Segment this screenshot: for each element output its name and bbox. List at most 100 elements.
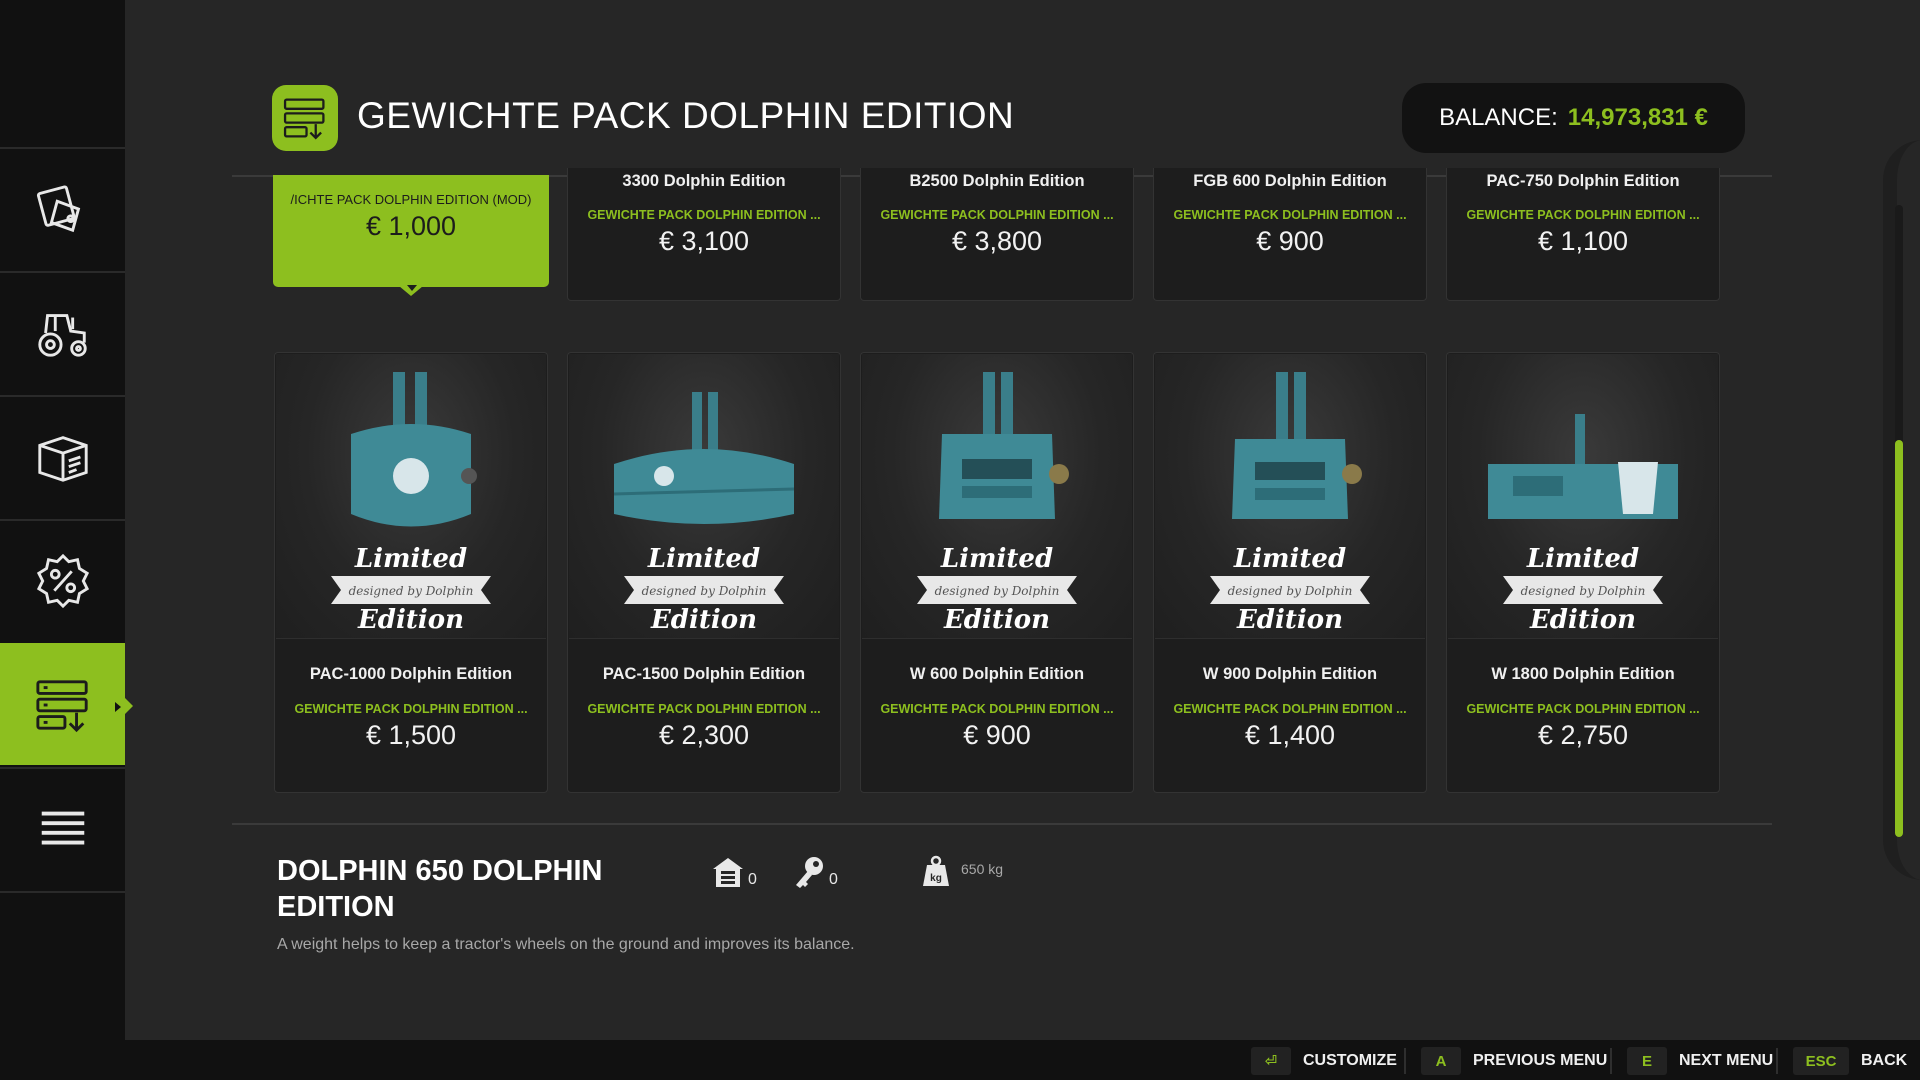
balance-value: 14,973,831 € bbox=[1567, 104, 1708, 131]
item-name: W 600 Dolphin Edition bbox=[909, 665, 1085, 683]
item-name: PAC-1000 Dolphin Edition bbox=[309, 665, 513, 683]
back-button[interactable]: ESC BACK bbox=[1793, 1047, 1907, 1075]
sidebar-item-overview[interactable] bbox=[0, 767, 125, 889]
item-price: € 1,400 bbox=[1244, 720, 1336, 750]
badge-limited: Limited bbox=[647, 544, 760, 574]
item-price: € 1,500 bbox=[365, 720, 457, 750]
weight-image: Limited designed by Dolphin Edition bbox=[917, 372, 1077, 634]
enter-key-icon: ⏎ bbox=[1251, 1047, 1291, 1075]
previous-key: A bbox=[1421, 1047, 1461, 1075]
shop-item-card[interactable]: Limited designed by Dolphin Edition W 90… bbox=[1153, 352, 1427, 793]
item-pack: GEWICHTE PACK DOLPHIN EDITION ... bbox=[587, 208, 821, 222]
next-menu-button[interactable]: E NEXT MENU bbox=[1627, 1047, 1773, 1075]
tractor-icon bbox=[37, 314, 87, 357]
item-price: € 1,100 bbox=[1537, 226, 1629, 256]
detail-title: DOLPHIN 650 DOLPHIN EDITION bbox=[277, 853, 697, 925]
item-price: € 900 bbox=[963, 720, 1031, 750]
balance-display: BALANCE: 14,973,831 € bbox=[1402, 83, 1745, 153]
badge-ribbon: designed by Dolphin bbox=[1521, 584, 1646, 598]
badge-edition: Edition bbox=[1529, 605, 1636, 634]
leased-stat: 0 bbox=[792, 855, 838, 889]
pack-header-icon bbox=[272, 85, 338, 151]
selected-indicator bbox=[407, 285, 417, 291]
shop-item-card[interactable]: Limited designed by Dolphin Edition PAC-… bbox=[274, 352, 548, 793]
item-pack: GEWICHTE PACK DOLPHIN EDITION ... bbox=[880, 208, 1114, 222]
detail-title-line2: EDITION bbox=[277, 891, 395, 923]
weight-image: Limited designed by Dolphin Edition bbox=[613, 392, 795, 634]
weight-image: Limited designed by Dolphin Edition bbox=[1488, 414, 1678, 634]
balance-label: BALANCE: bbox=[1439, 104, 1558, 131]
item-pack: GEWICHTE PACK DOLPHIN EDITION ... bbox=[587, 702, 821, 716]
sidebar-divider bbox=[0, 891, 125, 893]
svg-text:kg: kg bbox=[930, 873, 942, 884]
item-pack: GEWICHTE PACK DOLPHIN EDITION ... bbox=[1466, 702, 1700, 716]
shop-item-card[interactable]: Limited designed by Dolphin Edition W 18… bbox=[1446, 352, 1720, 793]
scrollbar-thumb[interactable] bbox=[1895, 440, 1903, 837]
item-name: FGB 600 Dolphin Edition bbox=[1193, 172, 1387, 190]
box-icon bbox=[37, 436, 88, 482]
footer-separator bbox=[1776, 1048, 1778, 1074]
menu-list-icon bbox=[41, 811, 84, 845]
sidebar bbox=[0, 0, 133, 1040]
item-price: € 2,750 bbox=[1537, 720, 1629, 750]
customize-label: CUSTOMIZE bbox=[1303, 1052, 1397, 1069]
next-key: E bbox=[1627, 1047, 1667, 1075]
badge-ribbon: designed by Dolphin bbox=[1228, 584, 1353, 598]
item-name: W 1800 Dolphin Edition bbox=[1491, 665, 1675, 683]
esc-key: ESC bbox=[1793, 1047, 1849, 1075]
item-price: € 3,800 bbox=[951, 226, 1043, 256]
weight-stat: kg 650 kg bbox=[922, 855, 1003, 887]
footer-separator bbox=[1610, 1048, 1612, 1074]
item-pack: GEWICHTE PACK DOLPHIN EDITION ... bbox=[294, 702, 528, 716]
sidebar-item-sales[interactable] bbox=[0, 147, 125, 269]
item-image: Limited designed by Dolphin Edition bbox=[862, 354, 1132, 639]
item-price: € 2,300 bbox=[658, 720, 750, 750]
detail-description: A weight helps to keep a tractor's wheel… bbox=[277, 936, 855, 953]
badge-limited: Limited bbox=[1526, 544, 1639, 574]
item-image: Limited designed by Dolphin Edition bbox=[569, 354, 839, 639]
sidebar-item-packs[interactable] bbox=[0, 643, 133, 765]
weight-image: Limited designed by Dolphin Edition bbox=[331, 372, 491, 634]
customize-button[interactable]: ⏎ CUSTOMIZE bbox=[1251, 1047, 1397, 1075]
selected-pack-card[interactable]: /ICHTE PACK DOLPHIN EDITION (MOD) € 1,00… bbox=[273, 175, 549, 296]
weight-kg-icon: kg bbox=[923, 855, 949, 886]
price-tag-icon bbox=[36, 185, 80, 233]
item-name: W 900 Dolphin Edition bbox=[1202, 665, 1378, 683]
shop-item-card[interactable]: FGB 600 Dolphin Edition GEWICHTE PACK DO… bbox=[1153, 168, 1427, 301]
detail-divider bbox=[232, 823, 1772, 825]
next-menu-label: NEXT MENU bbox=[1679, 1052, 1774, 1069]
leased-count: 0 bbox=[829, 871, 838, 888]
previous-menu-label: PREVIOUS MENU bbox=[1473, 1052, 1608, 1069]
pack-list-icon bbox=[35, 680, 88, 733]
badge-edition: Edition bbox=[943, 605, 1050, 634]
shop-item-card[interactable]: Limited designed by Dolphin Edition W 60… bbox=[860, 352, 1134, 793]
page-title: GEWICHTE PACK DOLPHIN EDITION bbox=[357, 95, 1015, 136]
weight-value: 650 kg bbox=[961, 861, 1004, 877]
shop-item-card[interactable]: PAC-750 Dolphin Edition GEWICHTE PACK DO… bbox=[1446, 168, 1720, 301]
badge-limited: Limited bbox=[1233, 544, 1346, 574]
item-name: 3300 Dolphin Edition bbox=[622, 172, 786, 190]
item-pack: GEWICHTE PACK DOLPHIN EDITION ... bbox=[1173, 702, 1407, 716]
sidebar-item-objects[interactable] bbox=[0, 395, 125, 517]
item-name: B2500 Dolphin Edition bbox=[909, 172, 1085, 190]
sidebar-item-vehicles[interactable] bbox=[0, 271, 125, 393]
active-indicator bbox=[115, 702, 121, 712]
item-pack: GEWICHTE PACK DOLPHIN EDITION ... bbox=[880, 702, 1114, 716]
item-image: Limited designed by Dolphin Edition bbox=[1448, 354, 1718, 639]
key-icon bbox=[796, 857, 823, 888]
owned-count: 0 bbox=[748, 871, 757, 888]
percent-badge-icon bbox=[36, 553, 89, 609]
item-name: PAC-750 Dolphin Edition bbox=[1486, 172, 1680, 190]
item-image: Limited designed by Dolphin Edition bbox=[1155, 354, 1425, 639]
shop-item-card[interactable]: B2500 Dolphin Edition GEWICHTE PACK DOLP… bbox=[860, 168, 1134, 301]
shop-item-card[interactable]: Limited designed by Dolphin Edition PAC-… bbox=[567, 352, 841, 793]
weight-image: Limited designed by Dolphin Edition bbox=[1210, 372, 1370, 634]
sidebar-item-sale[interactable] bbox=[0, 519, 125, 641]
badge-ribbon: designed by Dolphin bbox=[642, 584, 767, 598]
detail-title-line1: DOLPHIN 650 DOLPHIN bbox=[277, 855, 603, 887]
badge-edition: Edition bbox=[1236, 605, 1343, 634]
item-pack: GEWICHTE PACK DOLPHIN EDITION ... bbox=[1466, 208, 1700, 222]
previous-menu-button[interactable]: A PREVIOUS MENU bbox=[1421, 1047, 1607, 1075]
shop-item-card[interactable]: 3300 Dolphin Edition GEWICHTE PACK DOLPH… bbox=[567, 168, 841, 301]
garage-icon bbox=[713, 858, 743, 887]
